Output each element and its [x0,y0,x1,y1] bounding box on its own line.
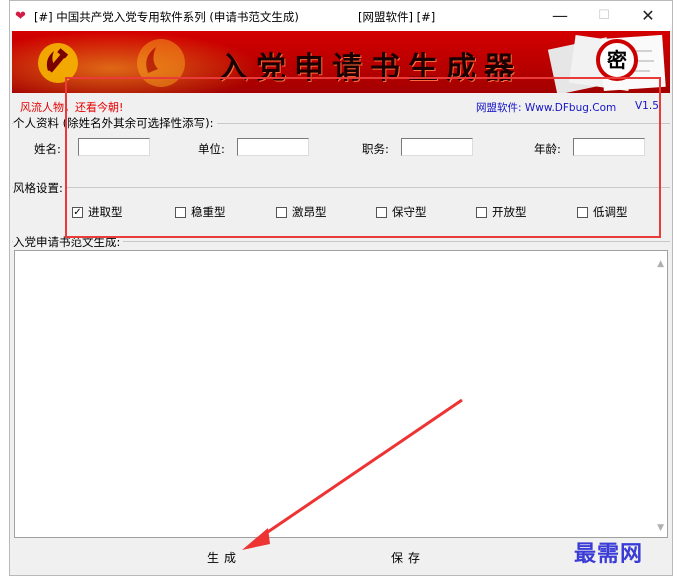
heart-icon: ❤ [15,9,26,24]
save-button[interactable]: 保存 [378,546,438,570]
name-label: 姓名: [34,142,61,156]
highlight-box [65,77,661,238]
window-subtitle: [网盟软件] [#] [358,10,436,24]
scroll-down-icon[interactable]: ▼ [657,523,664,533]
style-settings-legend: 风格设置: [13,180,66,196]
generate-button[interactable]: 生成 [194,546,254,570]
close-button[interactable]: ✕ [628,3,668,29]
window-title: [#] 中国共产党入党专用软件系列 (申请书范文生成) [34,10,299,24]
secret-seal-icon: 密 [596,39,638,81]
title-bar: ❤ [#] 中国共产党入党专用软件系列 (申请书范文生成) [网盟软件] [#]… [10,1,672,31]
watermark-logo: 最需网 [574,542,644,567]
output-textarea[interactable]: ▲ ▼ [14,250,668,538]
minimize-button[interactable]: — [540,3,580,29]
maximize-button[interactable]: ☐ [584,3,624,29]
app-window: ❤ [#] 中国共产党入党专用软件系列 (申请书范文生成) [网盟软件] [#]… [9,0,673,576]
scroll-up-icon[interactable]: ▲ [657,259,664,269]
